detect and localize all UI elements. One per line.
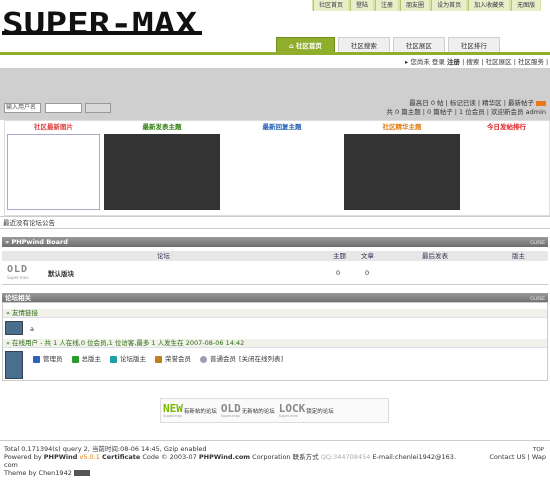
moderator-icon — [110, 356, 117, 363]
new-icon: NEW Super-max — [163, 401, 183, 418]
username-input[interactable]: 输入用户名 — [4, 103, 41, 113]
forum-status-icon: OLD Super-max — [7, 264, 29, 281]
col-last-post: 最后发表 — [422, 252, 448, 260]
online-users-icon — [5, 351, 23, 379]
block-today-ranking: 今日发帖排行 — [462, 121, 550, 217]
super-moderator-icon — [71, 356, 79, 363]
block-latest-images: 社区最新图片 — [5, 121, 102, 217]
footer-powered: Powered by PHPWind v5.0.1 Certificate Co… — [4, 453, 456, 461]
related-title: 论坛相关 — [5, 294, 31, 302]
footer-debug-info: Total 0.171394(s) query 2, 当前时间:08-06 14… — [4, 445, 207, 453]
css-badge-icon — [73, 470, 90, 476]
legend-honor: 荣誉会员 — [155, 355, 191, 364]
contact-wap-links[interactable]: Contact US | Wap — [489, 453, 546, 461]
home-icon: ⌂ — [289, 42, 296, 50]
forum-name[interactable]: 默认版块 — [48, 268, 74, 278]
phpwind-link[interactable]: PHPWind — [44, 453, 78, 461]
tab-exhibit[interactable]: 社区展区 — [392, 37, 445, 53]
forum-icon-legend: NEW Super-max 有新帖的论坛 OLD Super-max 无新帖的论坛 … — [160, 398, 389, 423]
main-tabs: ⌂ 社区首页 社区搜索 社区展区 社区排行 — [276, 37, 500, 53]
board-header: » PHPwind Board CLOSE — [2, 237, 548, 247]
block-new-topics: 最新发表主题 — [102, 121, 222, 217]
block-content — [104, 134, 220, 210]
user-icon: ▸ — [405, 58, 409, 66]
block-title: 社区最新图片 — [34, 123, 73, 131]
forum-stats: 最高日 0 帖 | 标记已读 | 精华区 | 最新帖子 共 0 篇主题 | 0 … — [386, 99, 546, 117]
honor-member-icon — [155, 356, 162, 363]
tab-home[interactable]: ⌂ 社区首页 — [276, 37, 335, 53]
board-title[interactable]: PHPwind Board — [11, 238, 67, 246]
phpwind-site-link[interactable]: PHPWind.com — [199, 453, 250, 461]
block-content — [224, 134, 340, 210]
toplink-text-mode[interactable]: 无图版 — [511, 0, 541, 11]
legend-admin: 管理员 — [33, 355, 63, 364]
table-row[interactable]: OLD Super-max 默认版块 0 0 — [2, 261, 548, 285]
col-posts: 文章 — [361, 252, 374, 260]
toplink-bookmark[interactable]: 加入收藏夹 — [468, 0, 510, 11]
rss-icon[interactable] — [536, 100, 546, 106]
login-link[interactable]: 登录 — [432, 58, 445, 66]
member-icon — [200, 356, 207, 363]
toplink-friends[interactable]: 朋友圈 — [400, 0, 430, 11]
footer: Total 0.171394(s) query 2, 当前时间:08-06 14… — [0, 440, 550, 480]
legend-new: NEW Super-max 有新帖的论坛 — [163, 401, 217, 418]
password-input[interactable] — [45, 103, 82, 113]
legend-lock: LOCK Super-max 锁定的论坛 — [278, 401, 334, 418]
lock-icon: LOCK Super-max — [278, 401, 306, 418]
block-title: 今日发帖排行 — [487, 123, 526, 131]
close-online-list-link[interactable]: [关闭在线列表] — [239, 355, 283, 364]
legend-super-mod: 总版主 — [71, 355, 101, 364]
email-contact: E-mail:chenlei1942@163. — [372, 453, 456, 461]
col-topics: 主题 — [333, 252, 346, 260]
toplink-register[interactable]: 注册 — [375, 0, 399, 11]
tab-ranking[interactable]: 社区排行 — [447, 37, 500, 53]
search-link[interactable]: 搜索 — [466, 58, 479, 66]
service-link[interactable]: 社区服务 — [518, 58, 544, 66]
block-digest-topics: 社区精华主题 — [342, 121, 462, 217]
board-column-headers: 论坛 主题 文章 最后发表 版主 — [2, 251, 548, 261]
admin-icon — [33, 356, 40, 363]
footer-line3: com — [4, 461, 18, 469]
friend-link[interactable]: a — [30, 325, 34, 333]
block-title: 社区精华主题 — [382, 123, 422, 131]
block-content — [464, 134, 549, 210]
block-title: 最新发表主题 — [142, 123, 182, 131]
header-divider — [0, 52, 550, 55]
online-header: » 在线用户 - 共 1 人在线,0 位会员,1 位访客,最多 1 人发生在 2… — [3, 339, 547, 348]
site-logo[interactable]: SUPER-MAX — [2, 8, 202, 42]
block-content — [344, 134, 460, 210]
top-links: 社区首页 登陆 注册 朋友圈 设为首页 加入收藏夹 无图版 — [312, 0, 542, 11]
legend-mod: 论坛版主 — [110, 355, 146, 364]
stats-line-2: 共 0 篇主题 | 0 篇帖子 | 1 位会员 | 欢迎新会员 admin — [386, 108, 546, 116]
image-placeholder — [7, 134, 100, 210]
block-title: 最新回复主题 — [262, 123, 302, 131]
col-moderator: 版主 — [512, 252, 525, 260]
exhibit-link[interactable]: 社区展区 — [486, 58, 512, 66]
login-button[interactable] — [85, 103, 111, 113]
block-new-replies: 最新回复主题 — [222, 121, 342, 217]
register-link[interactable]: 注册 — [447, 58, 460, 66]
toplink-login[interactable]: 登陆 — [350, 0, 374, 11]
feature-blocks: 社区最新图片 最新发表主题 最新回复主题 社区精华主题 今日发帖排行 — [4, 120, 550, 216]
old-icon: OLD Super-max — [220, 401, 241, 418]
board-close-button[interactable]: CLOSE — [530, 239, 545, 249]
link-icon — [5, 321, 23, 335]
related-section: » 友情链接 a » 在线用户 - 共 1 人在线,0 位会员,1 位访客,最多… — [2, 302, 548, 381]
col-forum: 论坛 — [157, 252, 170, 260]
legend-old: OLD Super-max 无新帖的论坛 — [220, 401, 275, 418]
toplink-set-home[interactable]: 设为首页 — [431, 0, 467, 11]
forum-topic-count: 0 — [336, 269, 341, 277]
stats-line-1: 最高日 0 帖 | 标记已读 | 精华区 | 最新帖子 — [409, 99, 534, 107]
footer-theme: Theme by Chen1942 — [4, 469, 90, 477]
qq-contact: QQ:344708454 — [320, 453, 371, 461]
forum-post-count: 0 — [365, 269, 370, 277]
announcement-bar: 最近没有论坛公告 — [0, 216, 550, 229]
legend-member: 普通会员 [关闭在线列表] — [200, 355, 283, 364]
tab-search[interactable]: 社区搜索 — [337, 37, 390, 53]
member-legend: 管理员 总版主 论坛版主 荣誉会员 普通会员 [关闭在线列表] — [33, 355, 283, 364]
links-header: » 友情链接 — [3, 309, 547, 318]
toplink-home[interactable]: 社区首页 — [313, 0, 349, 11]
